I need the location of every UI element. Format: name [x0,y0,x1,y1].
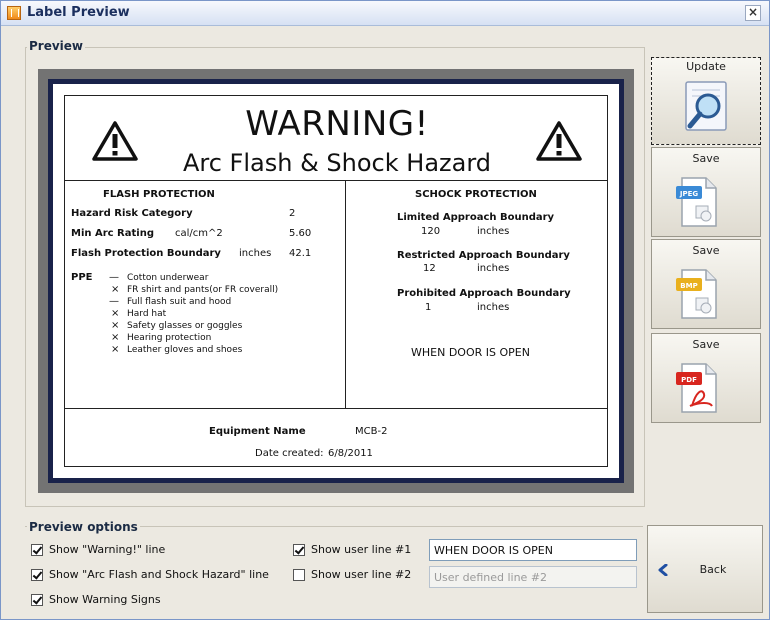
ppe-item: Safety glasses or goggles [127,321,243,331]
show-user-line-1-label: Show user line #1 [311,543,412,556]
ppe-mark: × [111,320,120,331]
checkbox[interactable] [293,569,305,581]
ppe-mark: × [111,332,120,343]
update-button-label: Update [686,60,726,73]
label-border: WARNING! Arc Flash & Shock Hazard FLASH … [64,95,608,467]
bmp-badge-text: BMP [680,282,697,290]
save-jpeg-button[interactable]: Save JPEG [651,147,761,237]
equipment-name-label: Equipment Name [209,426,306,437]
arc-rating-value: 5.60 [289,228,312,239]
warning-label: WARNING! Arc Flash & Shock Hazard FLASH … [53,84,619,478]
arc-rating-unit: cal/cm^2 [175,228,223,239]
update-button[interactable]: Update [651,57,761,145]
preview-group-label: Preview [27,39,86,53]
app-icon [7,6,21,20]
equipment-name-value: MCB-2 [355,426,388,437]
ppe-item: FR shirt and pants(or FR coverall) [127,285,279,295]
arc-rating-label: Min Arc Rating [71,228,154,239]
show-user-line-2-label: Show user line #2 [311,568,412,581]
column-divider [345,180,346,408]
restricted-boundary-value: 12 [423,263,436,274]
prohibited-boundary-unit: inches [477,302,510,313]
label-preview-frame: WARNING! Arc Flash & Shock Hazard FLASH … [38,69,634,493]
user-line-1-input[interactable]: WHEN DOOR IS OPEN [429,539,637,561]
ppe-mark: × [111,308,120,319]
jpeg-file-icon: JPEG [676,177,717,227]
restricted-boundary-unit: inches [477,263,510,274]
user-line-text: WHEN DOOR IS OPEN [411,346,530,359]
date-created-value: 6/8/2011 [328,448,373,459]
warning-title: WARNING! [245,104,429,144]
hrc-label: Hazard Risk Category [71,208,193,219]
checkbox[interactable] [293,544,305,556]
show-warning-label: Show "Warning!" line [49,543,166,556]
checkbox[interactable] [31,594,43,606]
hrc-value: 2 [289,208,296,219]
footer-divider [65,408,607,409]
ppe-label: PPE [71,272,93,283]
back-chevron-icon [658,564,668,576]
header-divider [65,180,607,181]
date-created-label: Date created: [255,448,324,459]
prohibited-boundary-label: Prohibited Approach Boundary [397,288,571,299]
warning-subtitle: Arc Flash & Shock Hazard [182,149,492,177]
ppe-mark: — [109,272,119,283]
flash-boundary-value: 42.1 [289,248,312,259]
show-signs-label: Show Warning Signs [49,593,161,606]
warning-triangle-icon-left [92,121,138,161]
ppe-mark: × [111,284,120,295]
limited-boundary-label: Limited Approach Boundary [397,212,555,223]
flash-protection-heading: FLASH PROTECTION [103,189,215,200]
user-line-2-input[interactable]: User defined line #2 [429,566,637,588]
restricted-boundary-label: Restricted Approach Boundary [397,250,570,261]
ppe-item: Hearing protection [127,333,212,343]
save-pdf-button[interactable]: Save PDF [651,333,761,423]
checkbox[interactable] [31,544,43,556]
save-bmp-label: Save [692,244,720,257]
show-arcflash-label: Show "Arc Flash and Shock Hazard" line [49,568,269,581]
shock-protection-heading: SCHOCK PROTECTION [415,189,537,200]
ppe-item: Hard hat [127,309,167,319]
save-pdf-label: Save [692,338,720,351]
ppe-item: Full flash suit and hood [127,297,232,307]
preview-options-label: Preview options [27,520,140,534]
ppe-item: Leather gloves and shoes [127,345,243,355]
ppe-item: Cotton underwear [127,273,209,283]
save-bmp-button[interactable]: Save BMP [651,239,761,329]
bmp-file-icon: BMP [676,269,717,319]
pdf-badge-text: PDF [681,376,697,384]
save-jpeg-label: Save [692,152,720,165]
back-button-label: Back [699,563,727,576]
label-preview-window: Label Preview × Preview WARNING! Arc Fla… [0,0,770,620]
ppe-mark: × [111,344,120,355]
limited-boundary-value: 120 [421,226,441,237]
close-button[interactable]: × [745,5,761,21]
flash-boundary-unit: inches [239,248,272,259]
update-preview-icon [685,81,727,131]
back-button[interactable]: Back [647,525,763,613]
prohibited-boundary-value: 1 [425,302,432,313]
pdf-file-icon: PDF [676,363,717,413]
window-title: Label Preview [27,5,130,20]
title-bar: Label Preview × [1,1,769,26]
checkbox[interactable] [31,569,43,581]
limited-boundary-unit: inches [477,226,510,237]
jpeg-badge-text: JPEG [679,190,699,198]
flash-boundary-label: Flash Protection Boundary [71,248,221,259]
warning-triangle-icon-right [536,121,582,161]
ppe-mark: — [109,296,119,307]
